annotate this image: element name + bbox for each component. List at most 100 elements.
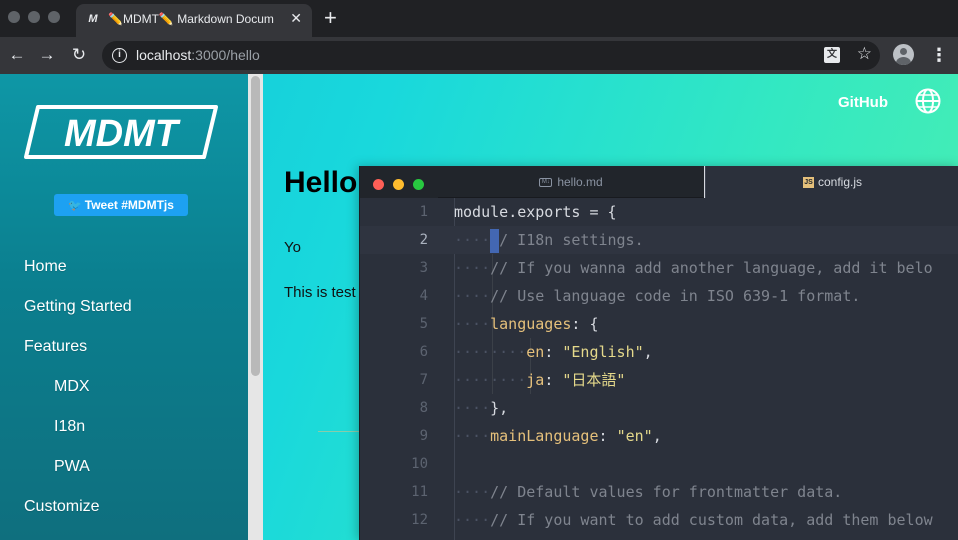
code-text: ····// Use language code in ISO 639-1 fo… xyxy=(454,282,860,310)
code-text: module.exports = { xyxy=(454,198,617,226)
code-editor-window: M↓ hello.md JS config.js 1 module.exports =… xyxy=(359,166,958,540)
editor-tab-config-js[interactable]: JS config.js xyxy=(705,166,958,198)
sidebar-item-customize[interactable]: Customize xyxy=(24,498,100,516)
scrollbar-thumb[interactable] xyxy=(251,76,260,376)
line-number: 7 xyxy=(419,372,428,388)
sidebar-item-i18n[interactable]: I18n xyxy=(54,418,85,436)
code-token: en xyxy=(526,343,545,361)
text-cursor xyxy=(490,228,500,253)
url-host: localhost xyxy=(136,47,192,63)
line-number: 8 xyxy=(419,400,428,416)
code-token: : xyxy=(544,371,563,389)
url-text[interactable]: localhost:3000/hello xyxy=(136,47,260,63)
code-text: ····languages: { xyxy=(454,310,599,338)
window-close-dot[interactable] xyxy=(8,11,20,23)
code-token: ···· xyxy=(454,231,491,249)
code-token: // Default values for frontmatter data. xyxy=(490,483,843,501)
tweet-label: Tweet #MDMTjs xyxy=(84,198,174,212)
code-token: // If you wanna add another language, ad… xyxy=(490,259,933,277)
code-area[interactable]: 1 module.exports = {2 ···· / I18n settings.… xyxy=(360,198,958,534)
code-token: ···· xyxy=(454,427,491,445)
code-token: ···· xyxy=(454,315,491,333)
code-line[interactable]: 8 ····}, xyxy=(360,394,958,422)
code-token: "日本語" xyxy=(562,371,626,389)
code-token: mainLanguage xyxy=(490,427,599,445)
sidebar-item-home[interactable]: Home xyxy=(24,258,67,276)
line-number: 4 xyxy=(419,288,428,304)
code-line[interactable]: 2 ···· / I18n settings. xyxy=(360,226,958,254)
code-token: "English" xyxy=(562,343,644,361)
code-token: : xyxy=(544,343,563,361)
reload-button[interactable]: ↻ xyxy=(68,44,90,66)
editor-minimize-dot[interactable] xyxy=(393,179,404,190)
twitter-bird-icon: 🐦 xyxy=(68,200,82,212)
editor-close-dot[interactable] xyxy=(373,179,384,190)
address-bar[interactable]: i localhost:3000/hello 文 ☆ xyxy=(102,41,880,70)
mdmt-logo[interactable]: MDMT xyxy=(24,104,218,160)
line-number: 1 xyxy=(419,204,428,220)
code-text: ········en: "English", xyxy=(454,338,653,366)
bookmark-star-icon[interactable]: ☆ xyxy=(857,44,872,64)
code-line[interactable]: 12 ····// If you want to add custom data,… xyxy=(360,506,958,534)
browser-tab-mdmt[interactable]: M ✏️MDMT✏️ Markdown Docum ✕ xyxy=(76,4,312,37)
editor-tab-label: hello.md xyxy=(557,175,603,189)
code-text: ····// If you wanna add another language… xyxy=(454,254,933,282)
tab-close-icon[interactable]: ✕ xyxy=(290,10,302,27)
line-number: 5 xyxy=(419,316,428,332)
code-token: module xyxy=(454,203,509,221)
code-text: ····}, xyxy=(454,394,508,422)
code-token: ········ xyxy=(454,343,527,361)
new-tab-button[interactable]: + xyxy=(324,7,337,29)
code-text: ········ja: "日本語" xyxy=(454,366,625,394)
page-title: Hello xyxy=(284,166,358,199)
code-line[interactable]: 5 ····languages: { xyxy=(360,310,958,338)
code-token: ········ xyxy=(454,371,527,389)
code-line[interactable]: 4 ····// Use language code in ISO 639-1 f… xyxy=(360,282,958,310)
tweet-button[interactable]: 🐦 Tweet #MDMTjs xyxy=(54,194,188,216)
code-token: }, xyxy=(490,399,509,417)
code-line[interactable]: 10 xyxy=(360,450,958,478)
browser-tab-title: ✏️MDMT✏️ Markdown Docum xyxy=(108,12,274,26)
code-token: ···· xyxy=(454,511,491,529)
forward-button[interactable]: → xyxy=(36,44,58,66)
code-token: // Use language code in ISO 639-1 format… xyxy=(490,287,861,305)
url-path: :3000/hello xyxy=(191,47,260,63)
translate-icon[interactable]: 文 xyxy=(824,47,840,63)
line-number: 6 xyxy=(419,344,428,360)
code-text: ····// Default values for frontmatter da… xyxy=(454,478,842,506)
code-line[interactable]: 6 ········en: "English", xyxy=(360,338,958,366)
code-token: , xyxy=(643,343,653,361)
github-link[interactable]: GitHub xyxy=(838,94,888,111)
sidebar-scrollbar[interactable] xyxy=(248,74,263,540)
editor-tab-label: config.js xyxy=(817,175,863,189)
code-line[interactable]: 9 ····mainLanguage: "en", xyxy=(360,422,958,450)
logo-text: MDMT xyxy=(64,113,181,155)
sidebar-item-pwa[interactable]: PWA xyxy=(54,458,90,476)
editor-tab-hello-md[interactable]: M↓ hello.md xyxy=(438,166,704,198)
window-minimize-dot[interactable] xyxy=(28,11,40,23)
back-button[interactable]: ← xyxy=(6,44,28,66)
code-line[interactable]: 3 ····// If you wanna add another languag… xyxy=(360,254,958,282)
code-line[interactable]: 7 ········ja: "日本語" xyxy=(360,366,958,394)
code-line[interactable]: 11 ····// Default values for frontmatter … xyxy=(360,478,958,506)
browser-menu-icon[interactable]: ⋮ xyxy=(930,44,948,66)
code-token: ···· xyxy=(454,483,491,501)
code-token: . xyxy=(508,203,518,221)
language-globe-icon[interactable] xyxy=(915,88,941,114)
sidebar: MDMT 🐦 Tweet #MDMTjs Home Getting Started… xyxy=(0,74,248,540)
line-number: 12 xyxy=(411,512,428,528)
mdmt-favicon-icon: M xyxy=(88,13,98,25)
code-token: // If you want to add custom data, add t… xyxy=(490,511,933,529)
sidebar-item-mdx[interactable]: MDX xyxy=(54,378,90,396)
code-token: "en" xyxy=(616,427,653,445)
sidebar-item-features[interactable]: Features xyxy=(24,338,87,356)
line-number: 9 xyxy=(419,428,428,444)
window-zoom-dot[interactable] xyxy=(48,11,60,23)
editor-titlebar: M↓ hello.md JS config.js xyxy=(360,166,958,198)
code-token: languages xyxy=(490,315,572,333)
editor-zoom-dot[interactable] xyxy=(413,179,424,190)
sidebar-item-getting-started[interactable]: Getting Started xyxy=(24,298,132,316)
profile-avatar-icon[interactable] xyxy=(893,44,914,65)
site-info-icon[interactable]: i xyxy=(112,48,127,63)
code-line[interactable]: 1 module.exports = { xyxy=(360,198,958,226)
